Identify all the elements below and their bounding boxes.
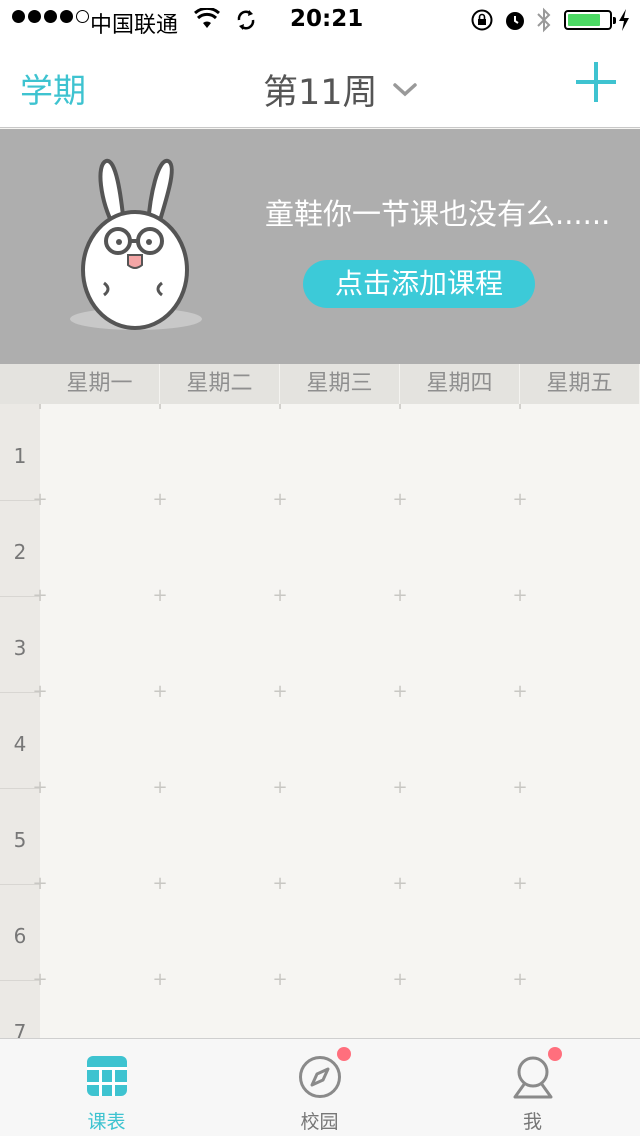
grid-cross-mark: + (512, 489, 528, 510)
grid-cross-mark: + (152, 585, 168, 606)
nav-bar: 学期 第11周 (0, 40, 640, 128)
period-number: 4 (13, 732, 27, 756)
grid-cross-mark: + (392, 404, 408, 413)
sync-icon (237, 10, 255, 30)
grid-cross-mark: + (152, 969, 168, 990)
tab-schedule[interactable]: 课表 (0, 1039, 213, 1136)
grid-cross-mark: + (512, 969, 528, 990)
week-title: 第11周 (263, 73, 378, 113)
battery-icon (564, 10, 616, 30)
grid-cross-mark: + (272, 873, 288, 894)
grid-cross-mark: + (512, 777, 528, 798)
schedule-icon (86, 1056, 127, 1096)
day-tab-tue[interactable]: 星期二 (160, 364, 280, 404)
grid-cross-mark: + (272, 777, 288, 798)
week-selector[interactable]: 第11周 (263, 64, 418, 115)
grid-cross-mark: + (272, 404, 288, 413)
weekday-header: 星期一 星期二 星期三 星期四 星期五 (0, 364, 640, 404)
tab-label: 我 (522, 1111, 542, 1133)
add-course-icon[interactable] (574, 60, 618, 104)
grid-cross-mark: + (152, 404, 168, 413)
signal-strength-icon (12, 10, 89, 23)
charging-icon (619, 9, 629, 31)
period-number: 7 (13, 1020, 27, 1038)
alarm-icon (506, 12, 524, 30)
grid-cross-mark: + (392, 585, 408, 606)
campus-notification-badge (337, 1047, 351, 1061)
add-course-button[interactable]: 点击添加课程 (303, 260, 535, 308)
carrier-name: 中国联通 (90, 13, 179, 38)
grid-cross-mark: + (152, 489, 168, 510)
grid-cross-mark: + (32, 489, 48, 510)
rotation-lock-icon (471, 9, 493, 31)
empty-message: 童鞋你一节课也没有么...... (265, 197, 611, 231)
grid-cross-mark: + (272, 969, 288, 990)
grid-cross-mark: + (272, 585, 288, 606)
profile-notification-badge (548, 1047, 562, 1061)
grid-cross-mark: + (272, 489, 288, 510)
grid-cross-mark: + (392, 873, 408, 894)
grid-cross-mark: + (272, 681, 288, 702)
timetable-grid[interactable]: 1 2 3 4 5 6 7 + + + + + + + + + + + + + + + + + + + + + + + + + +… (0, 404, 640, 1038)
semester-button[interactable]: 学期 (20, 64, 86, 112)
status-bar: 中国联通 20:21 (0, 0, 640, 40)
grid-cross-mark: + (392, 681, 408, 702)
grid-cross-mark: + (392, 777, 408, 798)
day-tab-fri[interactable]: 星期五 (520, 364, 640, 404)
period-number: 2 (13, 540, 27, 564)
compass-icon (298, 1056, 341, 1098)
grid-cross-mark: + (512, 681, 528, 702)
tab-label: 课表 (87, 1111, 126, 1133)
grid-cross-mark: + (152, 777, 168, 798)
period-number: 5 (13, 828, 27, 852)
tab-label: 校园 (300, 1111, 339, 1133)
day-tab-mon[interactable]: 星期一 (40, 364, 160, 404)
tab-me[interactable]: 我 (426, 1039, 639, 1136)
empty-state-banner: 童鞋你一节课也没有么...... 点击添加课程 (0, 129, 640, 364)
grid-cross-mark: + (392, 969, 408, 990)
day-tab-wed[interactable]: 星期三 (280, 364, 400, 404)
grid-cross-mark: + (32, 585, 48, 606)
grid-cross-mark: + (392, 489, 408, 510)
bunny-mascot-icon (70, 159, 202, 330)
bluetooth-icon (537, 7, 551, 33)
profile-icon (513, 1056, 552, 1099)
grid-cross-mark: + (32, 969, 48, 990)
clock: 20:21 (290, 6, 364, 32)
wifi-icon (194, 8, 220, 28)
grid-cross-mark: + (512, 404, 528, 413)
period-number: 6 (13, 924, 27, 948)
grid-cross-mark: + (32, 777, 48, 798)
period-number: 1 (13, 444, 27, 468)
grid-cross-mark: + (152, 681, 168, 702)
tab-bar: 课表 校园 我 (0, 1038, 640, 1136)
grid-cross-mark: + (32, 873, 48, 894)
grid-cross-mark: + (32, 404, 48, 413)
tab-campus[interactable]: 校园 (213, 1039, 426, 1136)
grid-cross-mark: + (32, 681, 48, 702)
day-tab-thu[interactable]: 星期四 (400, 364, 520, 404)
grid-cross-mark: + (512, 873, 528, 894)
grid-cross-mark: + (512, 585, 528, 606)
grid-cross-mark: + (152, 873, 168, 894)
period-number: 3 (13, 636, 27, 660)
chevron-down-icon (392, 82, 417, 96)
